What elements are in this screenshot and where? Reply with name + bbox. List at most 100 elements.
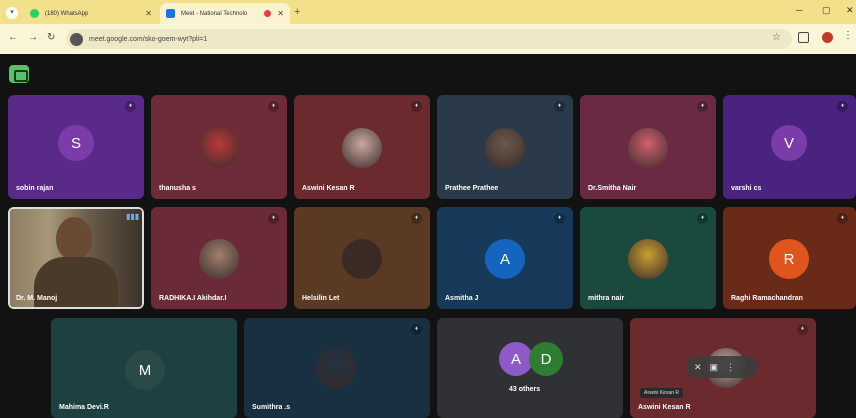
participant-name: varshi cs	[731, 185, 762, 192]
participant-tile[interactable]: ♦ thanusha s	[151, 95, 287, 199]
mic-indicator-icon: ♦	[411, 213, 422, 224]
minimize-icon[interactable]: ─	[796, 5, 802, 15]
bookmark-star-icon[interactable]: ☆	[772, 32, 781, 43]
participant-tile[interactable]: M Mahima Devi.R	[51, 318, 237, 418]
active-speaker-border	[8, 207, 144, 309]
profile-icon[interactable]	[822, 32, 833, 43]
participant-tile[interactable]: ♦ V varshi cs	[723, 95, 856, 199]
tab-bar: ▾ (180) WhatsApp ✕ Meet - National Techn…	[0, 0, 856, 24]
participant-tile[interactable]: ♦ Aswini Kesan R	[294, 95, 430, 199]
mic-indicator-icon: ♦	[837, 101, 848, 112]
close-window-icon[interactable]: ✕	[846, 5, 854, 16]
url-text: meet.google.com/sko-goem-wyt?pli=1	[89, 35, 208, 43]
url-field[interactable]: meet.google.com/sko-goem-wyt?pli=1	[66, 29, 792, 49]
participant-name: Dr.Smitha Nair	[588, 185, 637, 192]
participant-tile[interactable]: ♦ Dr.Smitha Nair	[580, 95, 716, 199]
participant-tile[interactable]: ♦ A Asmitha J	[437, 207, 573, 309]
site-info-icon[interactable]	[70, 32, 83, 46]
avatar-initial: M	[138, 361, 152, 379]
participant-name: Aswini Kesan R	[638, 404, 691, 411]
more-options-icon[interactable]: ⋮	[726, 362, 735, 373]
name-tooltip: Aswini Kesan R	[640, 388, 684, 398]
others-tile[interactable]: A D 43 others	[437, 318, 623, 418]
participant-tile[interactable]: ♦ RADHIKA.I Akihdar.I	[151, 207, 287, 309]
participant-name: thanusha s	[159, 185, 196, 192]
tab-whatsapp[interactable]: (180) WhatsApp ✕	[24, 3, 158, 24]
avatar: A	[485, 239, 525, 279]
participant-name: Helsilin Let	[302, 295, 340, 302]
avatar-initial: A	[499, 250, 510, 268]
avatar-d: D	[529, 342, 563, 376]
tab-meet[interactable]: Meet - National Technolo ✕	[160, 3, 290, 24]
participant-name: mithra nair	[588, 295, 625, 302]
recording-icon	[264, 10, 271, 17]
maximize-icon[interactable]: ▢	[822, 5, 831, 16]
new-tab-icon[interactable]: +	[294, 6, 300, 18]
participant-name: Prathee Prathee	[445, 185, 499, 192]
avatar-initial: A	[510, 350, 521, 368]
avatar-initial: D	[540, 350, 552, 368]
avatar	[316, 348, 356, 388]
avatar: S	[58, 125, 94, 161]
tab-title: Meet - National Technolo	[181, 10, 248, 17]
participant-name: Mahima Devi.R	[59, 404, 109, 411]
avatar-initial: S	[70, 134, 81, 152]
avatar: M	[125, 350, 165, 390]
back-icon[interactable]: ←	[8, 32, 18, 43]
participant-tile[interactable]: ♦ S sobin rajan	[8, 95, 144, 199]
close-tab-icon[interactable]: ✕	[145, 9, 152, 18]
participant-name: sobin rajan	[16, 185, 54, 192]
mic-indicator-icon: ♦	[268, 213, 279, 224]
address-bar: ← → ↻ meet.google.com/sko-goem-wyt?pli=1…	[0, 24, 856, 54]
avatar	[628, 239, 668, 279]
participant-tile-self-video[interactable]: ▮▮▮ Dr. M. Manoj	[8, 207, 144, 309]
meeting-details-icon[interactable]	[9, 65, 29, 83]
others-count: 43 others	[509, 386, 541, 393]
participant-name: Asmitha J	[445, 295, 479, 302]
participant-tile[interactable]: ♦ Sumithra .s	[244, 318, 430, 418]
avatar-initial: V	[783, 134, 794, 152]
tile-hover-toolbar: ✕ ▣ ⋮	[686, 356, 758, 378]
mic-indicator-icon: ♦	[411, 324, 422, 335]
mic-indicator-icon: ♦	[411, 101, 422, 112]
mic-indicator-icon: ♦	[554, 101, 565, 112]
participant-name: Raghi Ramachandran	[731, 295, 803, 302]
tab-search-button[interactable]: ▾	[6, 7, 18, 19]
avatar-initial: R	[783, 250, 795, 268]
avatar: V	[771, 125, 807, 161]
avatar	[485, 128, 525, 168]
participant-name: Dr. M. Manoj	[16, 295, 58, 302]
tab-title: (180) WhatsApp	[45, 10, 89, 17]
participant-tile[interactable]: ♦ Helsilin Let	[294, 207, 430, 309]
menu-icon[interactable]: ⋮	[843, 30, 853, 41]
participant-name: RADHIKA.I Akihdar.I	[159, 295, 227, 302]
frame-icon[interactable]: ▣	[710, 362, 719, 373]
mic-indicator-icon: ♦	[554, 213, 565, 224]
whatsapp-icon	[30, 9, 39, 18]
participant-tile[interactable]: ♦ mithra nair	[580, 207, 716, 309]
mic-indicator-icon: ♦	[125, 101, 136, 112]
avatar-a: A	[499, 342, 533, 376]
participant-name: Aswini Kesan R	[302, 185, 355, 192]
avatar	[342, 128, 382, 168]
close-tab-icon[interactable]: ✕	[277, 9, 284, 18]
speaking-indicator-icon: ▮▮▮	[126, 212, 140, 221]
participant-name: Sumithra .s	[252, 404, 291, 411]
avatar: R	[769, 239, 809, 279]
avatar	[199, 128, 239, 168]
mic-indicator-icon: ♦	[797, 324, 808, 335]
avatar	[199, 239, 239, 279]
mic-indicator-icon: ♦	[697, 213, 708, 224]
mic-indicator-icon: ♦	[837, 213, 848, 224]
avatar	[342, 239, 382, 279]
pin-icon[interactable]: ✕	[694, 362, 702, 373]
avatar	[628, 128, 668, 168]
participant-tile[interactable]: ♦ R Raghi Ramachandran	[723, 207, 856, 309]
participant-tile[interactable]: ♦ ✕ ▣ ⋮ Aswini Kesan R Aswini Kesan R	[630, 318, 816, 418]
extensions-icon[interactable]	[798, 32, 809, 43]
mic-indicator-icon: ♦	[268, 101, 279, 112]
participant-tile[interactable]: ♦ Prathee Prathee	[437, 95, 573, 199]
reload-icon[interactable]: ↻	[47, 32, 55, 43]
meet-icon	[166, 9, 175, 18]
forward-icon[interactable]: →	[28, 32, 38, 43]
